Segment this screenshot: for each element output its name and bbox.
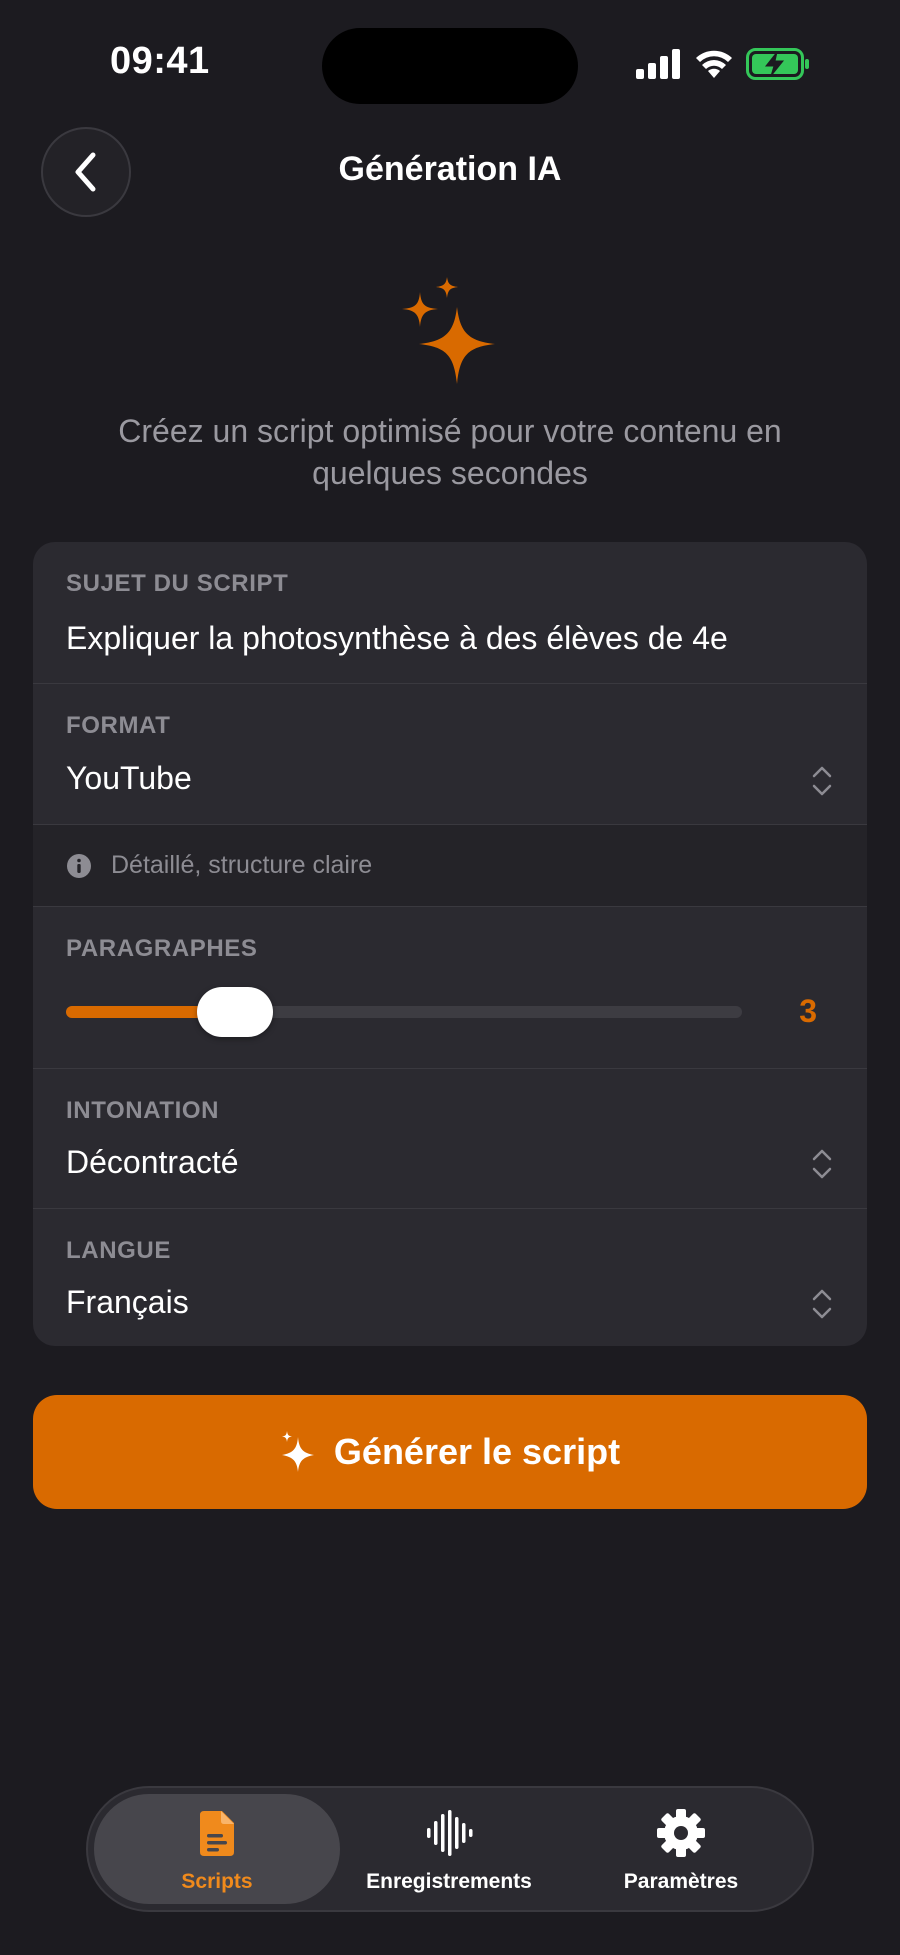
tone-value: Décontracté bbox=[66, 1144, 239, 1180]
chevron-up-down-icon bbox=[812, 766, 832, 796]
chevron-up-down-icon bbox=[812, 1289, 832, 1319]
tone-select[interactable]: INTONATION Décontracté bbox=[33, 1069, 867, 1209]
tab-bar: Scripts Enregistrements Paramètres bbox=[86, 1786, 814, 1912]
paragraphs-label: PARAGRAPHES bbox=[66, 935, 258, 962]
hero-subtitle: Créez un script optimisé pour votre cont… bbox=[118, 413, 782, 491]
info-icon bbox=[67, 854, 91, 878]
document-icon bbox=[200, 1811, 234, 1856]
back-button[interactable] bbox=[41, 127, 131, 217]
wifi-icon bbox=[696, 50, 732, 78]
generate-script-button[interactable]: Générer le script bbox=[33, 1395, 867, 1509]
chevron-up-down-icon bbox=[812, 1149, 832, 1179]
dynamic-island bbox=[322, 28, 578, 104]
format-select[interactable]: FORMAT YouTube bbox=[33, 684, 867, 825]
language-select[interactable]: LANGUE Français bbox=[33, 1209, 867, 1346]
status-icons bbox=[636, 46, 810, 82]
paragraphs-value: 3 bbox=[799, 993, 817, 1029]
tab-scripts[interactable]: Scripts bbox=[94, 1794, 340, 1904]
slider-thumb[interactable] bbox=[197, 987, 273, 1037]
tab-recordings[interactable]: Enregistrements bbox=[326, 1794, 572, 1904]
paragraphs-slider[interactable] bbox=[66, 987, 742, 1037]
format-info-text: Détaillé, structure claire bbox=[111, 851, 373, 879]
gear-icon bbox=[657, 1809, 705, 1857]
tab-scripts-label: Scripts bbox=[181, 1870, 253, 1893]
status-time: 09:41 bbox=[110, 40, 210, 82]
battery-charging-icon bbox=[746, 48, 809, 80]
language-label: LANGUE bbox=[66, 1237, 171, 1264]
tab-recordings-label: Enregistrements bbox=[366, 1870, 532, 1893]
tab-settings-label: Paramètres bbox=[623, 1870, 739, 1893]
generate-script-label: Générer le script bbox=[333, 1431, 621, 1472]
format-value: YouTube bbox=[66, 760, 192, 796]
subject-label: SUJET DU SCRIPT bbox=[66, 570, 289, 597]
chevron-left-icon bbox=[75, 152, 96, 192]
cellular-signal-icon bbox=[636, 49, 680, 79]
language-value: Français bbox=[66, 1284, 189, 1320]
tab-settings[interactable]: Paramètres bbox=[558, 1794, 804, 1904]
subject-row[interactable]: SUJET DU SCRIPT Expliquer la photosynthè… bbox=[33, 542, 867, 684]
form-card: SUJET DU SCRIPT Expliquer la photosynthè… bbox=[33, 542, 867, 1346]
format-info-row: Détaillé, structure claire bbox=[33, 825, 867, 907]
format-label: FORMAT bbox=[66, 712, 171, 739]
tone-label: INTONATION bbox=[66, 1097, 220, 1124]
sparkles-icon bbox=[281, 1431, 314, 1472]
sparkles-icon bbox=[402, 277, 495, 384]
page-title: Génération IA bbox=[338, 150, 562, 188]
subject-input[interactable]: Expliquer la photosynthèse à des élèves … bbox=[66, 620, 728, 657]
waveform-icon bbox=[427, 1810, 473, 1856]
paragraphs-row: PARAGRAPHES 3 bbox=[33, 907, 867, 1069]
